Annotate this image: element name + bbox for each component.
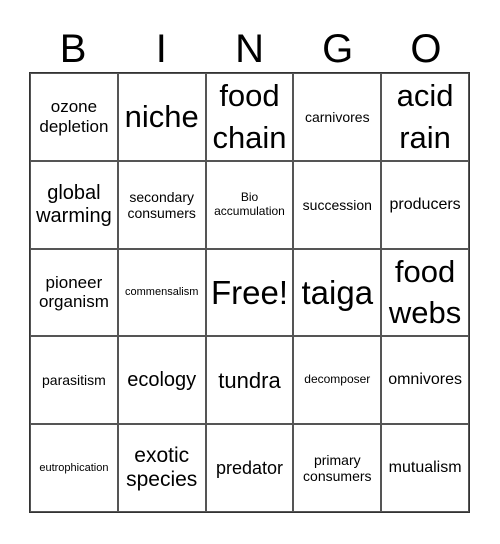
bingo-cell[interactable]: predator <box>205 424 294 512</box>
free-space-cell[interactable]: Free! <box>205 248 294 337</box>
bingo-cell[interactable]: pioneer organism <box>30 248 118 337</box>
bingo-cell[interactable]: global warming <box>30 160 118 249</box>
bingo-cell[interactable]: parasitism <box>30 336 118 425</box>
bingo-cell[interactable]: secondary consumers <box>117 160 206 249</box>
bingo-cell[interactable]: acid rain <box>381 73 469 161</box>
bingo-cell[interactable]: tundra <box>205 336 294 425</box>
bingo-cell[interactable]: omnivores <box>381 336 469 425</box>
bingo-cell[interactable]: decomposer <box>293 336 382 425</box>
bingo-cell[interactable]: primary consumers <box>293 424 382 512</box>
bingo-cell[interactable]: producers <box>381 160 469 249</box>
bingo-cell[interactable]: Bio accumulation <box>205 160 294 249</box>
bingo-cell[interactable]: commensalism <box>117 248 206 337</box>
bingo-cell[interactable]: taiga <box>293 248 382 337</box>
bingo-grid: ozone depletion niche food chain carnivo… <box>29 72 470 513</box>
bingo-cell[interactable]: food webs <box>381 248 469 337</box>
header-letter-n: N <box>235 27 264 71</box>
bingo-header: B I N G O <box>29 26 470 72</box>
bingo-cell[interactable]: ecology <box>117 336 206 425</box>
header-letter-b: B <box>59 27 87 71</box>
bingo-cell[interactable]: succession <box>293 160 382 249</box>
bingo-cell[interactable]: niche <box>117 73 206 161</box>
header-letter-o: O <box>410 27 442 71</box>
header-letter-g: G <box>322 27 354 71</box>
bingo-cell[interactable]: exotic species <box>117 424 206 512</box>
header-letter-i: I <box>155 27 167 71</box>
bingo-cell[interactable]: ozone depletion <box>30 73 118 161</box>
bingo-cell[interactable]: mutualism <box>381 424 469 512</box>
bingo-cell[interactable]: food chain <box>205 73 294 161</box>
bingo-cell[interactable]: eutrophication <box>30 424 118 512</box>
bingo-cell[interactable]: carnivores <box>293 73 382 161</box>
